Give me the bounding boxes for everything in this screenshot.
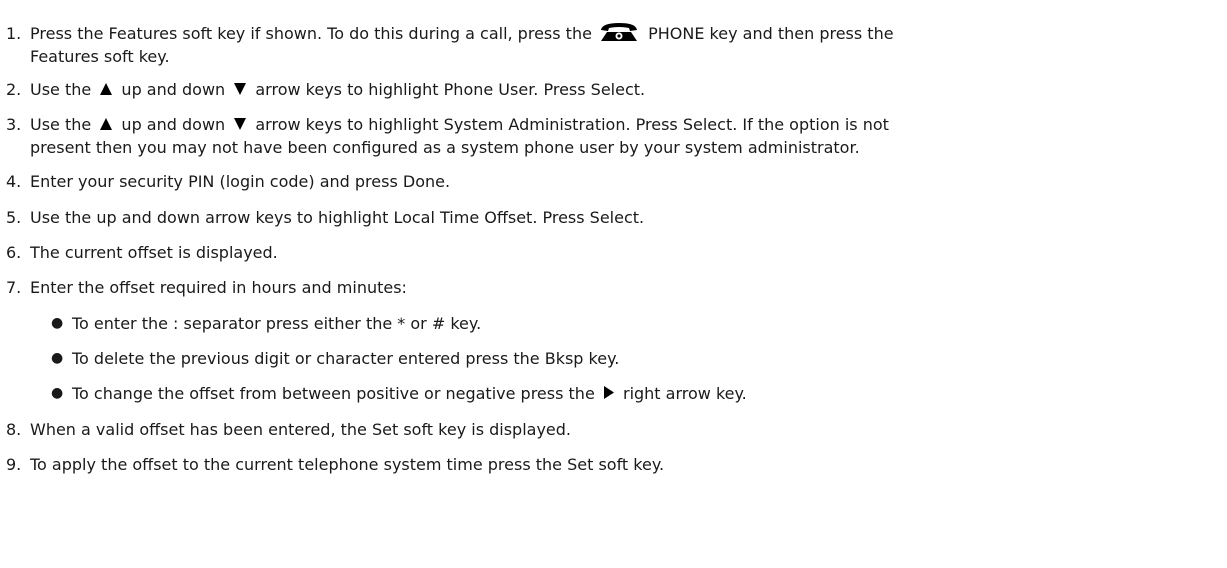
step-3-text-pre: Use the — [30, 115, 92, 134]
step-number: 2. — [6, 80, 22, 99]
step-2-text-mid: up and down — [121, 80, 226, 99]
step-text: Enter your security PIN (login code) and… — [30, 172, 451, 191]
step-3-text-line2: present then you may not have been confi… — [30, 138, 860, 157]
step-3: 3. Use the up and down arrow keys to hig… — [6, 113, 1207, 159]
step-number: 6. — [6, 243, 22, 262]
step-text: Use the up and down arrow keys to highli… — [30, 208, 645, 227]
bullet-item-1: ● To enter the : separator press either … — [51, 312, 1207, 335]
step-number: 3. — [6, 115, 22, 134]
step-number: 7. — [6, 278, 22, 297]
step-3-text-post: arrow keys to highlight System Administr… — [255, 115, 889, 134]
instructions-document: 1. Press the Features soft key if shown.… — [0, 0, 1227, 568]
step-number: 8. — [6, 420, 22, 439]
bullet-item-3: ● To change the offset from between posi… — [51, 382, 1207, 405]
step-1: 1. Press the Features soft key if shown.… — [6, 22, 1207, 68]
step-text: Enter the offset required in hours and m… — [30, 278, 407, 297]
step-2-text-post: arrow keys to highlight Phone User. Pres… — [255, 80, 646, 99]
step-3-text-mid: up and down — [121, 115, 226, 134]
bullet-3-text-post: right arrow key. — [622, 384, 747, 403]
step-2-text-pre: Use the — [30, 80, 92, 99]
up-arrow-icon — [100, 118, 113, 130]
bullet-text: To enter the : separator press either th… — [72, 314, 482, 333]
phone-key-icon — [599, 22, 639, 42]
step-6: 6. The current offset is displayed. — [6, 241, 1207, 264]
step-8: 8. When a valid offset has been entered,… — [6, 418, 1207, 441]
bullet-item-2: ● To delete the previous digit or charac… — [51, 347, 1207, 370]
step-2: 2. Use the up and down arrow keys to hig… — [6, 78, 1207, 101]
bullet-text: To delete the previous digit or characte… — [72, 349, 620, 368]
step-number: 4. — [6, 172, 22, 191]
step-text: Use the up and down arrow keys to highli… — [30, 78, 1207, 101]
bullet-3-text-pre: To change the offset from between positi… — [72, 384, 595, 403]
step-7: 7. Enter the offset required in hours an… — [6, 276, 1207, 299]
step-number: 1. — [6, 24, 22, 43]
step-text: When a valid offset has been entered, th… — [30, 420, 572, 439]
step-text: Press the Features soft key if shown. To… — [30, 22, 1207, 68]
step-number: 9. — [6, 455, 22, 474]
down-arrow-icon — [234, 118, 247, 130]
step-number: 5. — [6, 208, 22, 227]
bullet-dot: ● — [51, 350, 64, 366]
step-text: The current offset is displayed. — [30, 243, 278, 262]
step-1-text-pre: Press the Features soft key if shown. To… — [30, 24, 592, 43]
step-4: 4. Enter your security PIN (login code) … — [6, 170, 1207, 193]
up-arrow-icon — [100, 83, 113, 95]
step-text: To apply the offset to the current telep… — [30, 455, 665, 474]
down-arrow-icon — [234, 83, 247, 95]
step-5: 5. Use the up and down arrow keys to hig… — [6, 206, 1207, 229]
right-arrow-icon — [603, 386, 614, 399]
step-1-text-post: PHONE key and then press the — [648, 24, 894, 43]
step-9: 9. To apply the offset to the current te… — [6, 453, 1207, 476]
step-1-text-line2: Features soft key. — [30, 47, 170, 66]
bullet-dot: ● — [51, 315, 64, 331]
bullet-dot: ● — [51, 385, 64, 401]
bullet-text: To change the offset from between positi… — [72, 382, 747, 405]
step-text: Use the up and down arrow keys to highli… — [30, 113, 1207, 159]
